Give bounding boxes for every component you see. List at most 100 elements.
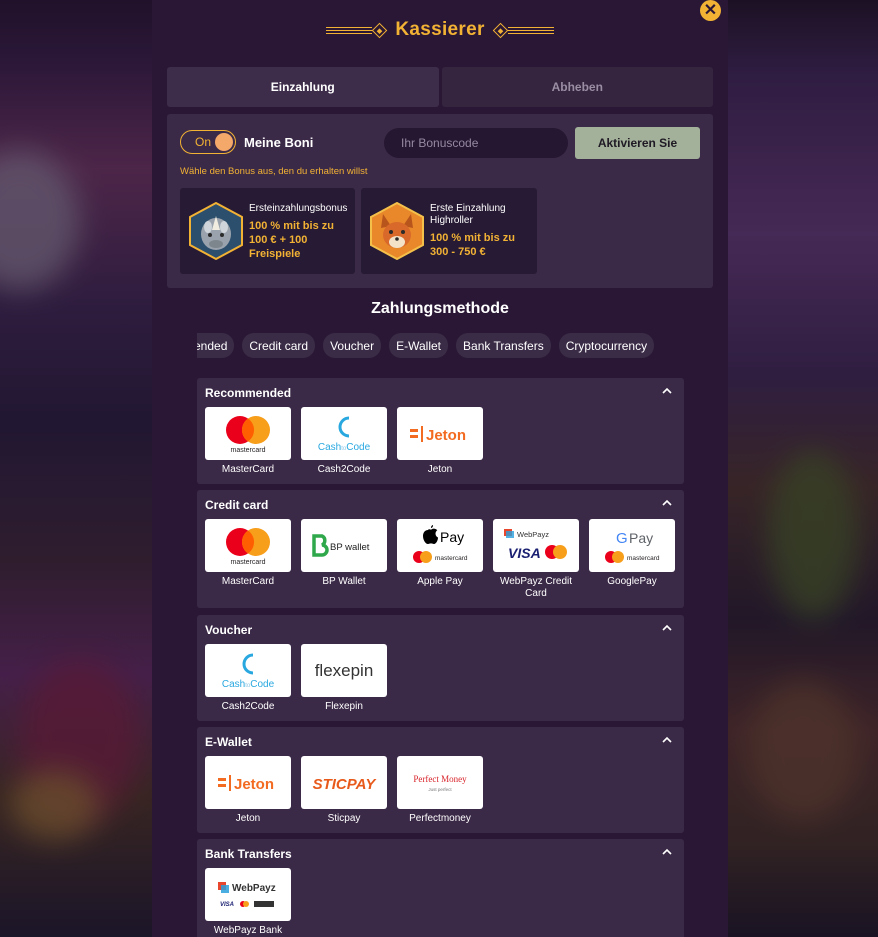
- method-apple-pay[interactable]: Pay mastercard Apple Pay: [397, 519, 483, 588]
- method-label: Perfectmoney: [409, 813, 471, 824]
- jeton-logo: Jeton: [205, 756, 291, 809]
- method-label: Cash2Code: [221, 701, 275, 712]
- jeton-wordmark: Jeton: [234, 776, 274, 793]
- chip-bank-transfers[interactable]: Bank Transfers: [456, 333, 551, 358]
- method-jeton[interactable]: Jeton Jeton: [205, 756, 291, 825]
- method-cash2code[interactable]: CashtoCode Cash2Code: [301, 407, 387, 476]
- method-webpayz-bank[interactable]: WebPayz VISA WebPayz Bank: [205, 868, 291, 937]
- bonus-offer-line: 100 % mit bis zu: [430, 232, 515, 244]
- bonus-offer-line: 100 € + 100: [249, 234, 308, 246]
- cashier-modal: Kassierer Einzahlung Abheben On Meine Bo…: [152, 0, 728, 937]
- sticpay-logo: STICPAY: [301, 756, 387, 809]
- chip-recommended[interactable]: mended: [197, 333, 235, 358]
- method-google-pay[interactable]: G Pay mastercard GooglePay: [589, 519, 675, 588]
- bonus-card-name: Ersteinzahlungsbonus: [249, 203, 348, 214]
- visa-wordmark: VISA: [508, 545, 541, 561]
- ornament-left-icon: [326, 22, 388, 38]
- tab-einzahlung[interactable]: Einzahlung: [167, 67, 439, 107]
- modal-title: Kassierer: [395, 19, 485, 40]
- chip-voucher[interactable]: Voucher: [323, 333, 382, 358]
- category-voucher: Voucher CashtoCode Cash2Code flexepin Fl…: [197, 615, 684, 721]
- chip-credit-card[interactable]: Credit card: [242, 333, 316, 358]
- method-bp-wallet[interactable]: BP wallet BP Wallet: [301, 519, 387, 588]
- category-bank-transfers: Bank Transfers WebPayz VISA WebPayz Bank: [197, 839, 684, 937]
- category-title: Credit card: [205, 498, 269, 512]
- jeton-wordmark: Jeton: [426, 427, 466, 444]
- cash2code-logo: CashtoCode: [205, 644, 291, 697]
- method-mastercard[interactable]: mastercard MasterCard: [205, 407, 291, 476]
- chip-cryptocurrency[interactable]: Cryptocurrency: [558, 333, 655, 358]
- method-label: MasterCard: [221, 576, 275, 587]
- jeton-logo: Jeton: [397, 407, 483, 460]
- bonus-card-name: Erste Einzahlung Highroller: [430, 203, 506, 227]
- bonus-card-highroller[interactable]: Erste Einzahlung Highroller 100 % mit bi…: [361, 188, 537, 274]
- bonus-card-offer: 100 % mit bis zu 300 - 750 €: [430, 231, 515, 259]
- method-label: Jeton: [235, 813, 261, 824]
- chevron-up-icon[interactable]: [662, 623, 672, 633]
- method-cash2code[interactable]: CashtoCode Cash2Code: [205, 644, 291, 713]
- perfect-money-logo: Perfect Money Just perfect: [397, 756, 483, 809]
- chevron-up-icon[interactable]: [662, 847, 672, 857]
- category-recommended: Recommended mastercard MasterCard Cashto…: [197, 378, 684, 484]
- bonus-offer-line: 300 - 750 €: [430, 246, 486, 258]
- cashier-tabs: Einzahlung Abheben: [167, 67, 713, 107]
- bp-wallet-wordmark: BP wallet: [330, 542, 370, 553]
- apple-pay-wordmark: Pay: [440, 529, 464, 545]
- mastercard-logo: mastercard: [205, 519, 291, 572]
- category-credit-card: Credit card mastercard MasterCard BP wal…: [197, 490, 684, 608]
- webpayz-bank-logo: WebPayz VISA: [205, 868, 291, 921]
- method-label: WebPayz Bank: [213, 925, 283, 936]
- bonus-offer-line: 100 % mit bis zu: [249, 220, 334, 232]
- toggle-knob-icon: [215, 133, 233, 151]
- method-label: Cash2Code: [317, 464, 371, 475]
- method-label: Jeton: [427, 464, 453, 475]
- chip-e-wallet[interactable]: E-Wallet: [389, 333, 449, 358]
- method-label: MasterCard: [221, 464, 275, 475]
- category-title: Voucher: [205, 623, 253, 637]
- close-icon[interactable]: ✕: [700, 0, 721, 21]
- method-jeton[interactable]: Jeton Jeton: [397, 407, 483, 476]
- payment-category-chips: mended Credit card Voucher E-Wallet Bank…: [197, 333, 697, 358]
- method-label: WebPayz Credit Card: [493, 576, 579, 600]
- bonus-offer-line: Freispiele: [249, 248, 301, 260]
- code-text: Code: [250, 679, 274, 690]
- category-title: Bank Transfers: [205, 847, 292, 861]
- category-title: E-Wallet: [205, 735, 252, 749]
- webpayz-wordmark: WebPayz: [517, 530, 549, 539]
- method-label-line: WebPayz Credit: [499, 576, 573, 587]
- method-mastercard[interactable]: mastercard MasterCard: [205, 519, 291, 588]
- svg-text:CashtoCode: CashtoCode: [222, 679, 275, 690]
- svg-text:CashtoCode: CashtoCode: [318, 442, 371, 453]
- my-bonuses-label: Meine Boni: [244, 135, 314, 150]
- bonus-name-line: Highroller: [430, 215, 473, 226]
- mastercard-wordmark: mastercard: [435, 555, 468, 562]
- chevron-up-icon[interactable]: [662, 735, 672, 745]
- svg-text:G: G: [616, 530, 628, 547]
- mastercard-wordmark: mastercard: [627, 555, 660, 562]
- webpayz-logo: WebPayz VISA: [493, 519, 579, 572]
- activate-button[interactable]: Aktivieren Sie: [575, 127, 700, 159]
- mastercard-wordmark: mastercard: [230, 559, 265, 566]
- webpayz-wordmark: WebPayz: [232, 883, 276, 894]
- method-label: BP Wallet: [322, 576, 366, 587]
- method-label-line: Card: [525, 588, 547, 599]
- method-label: Sticpay: [327, 813, 361, 824]
- chevron-up-icon[interactable]: [662, 386, 672, 396]
- tab-abheben[interactable]: Abheben: [441, 67, 713, 107]
- sticpay-wordmark: STICPAY: [313, 776, 378, 793]
- chevron-up-icon[interactable]: [662, 498, 672, 508]
- method-label: GooglePay: [607, 576, 657, 587]
- bonus-card-first-deposit[interactable]: Ersteinzahlungsbonus 100 % mit bis zu 10…: [180, 188, 355, 274]
- visa-wordmark: VISA: [220, 902, 234, 908]
- method-flexepin[interactable]: flexepin Flexepin: [301, 644, 387, 713]
- ornament-right-icon: [492, 22, 554, 38]
- cash-text: Cash: [222, 679, 245, 690]
- bonus-toggle[interactable]: On: [180, 130, 236, 154]
- method-webpayz-credit-card[interactable]: WebPayz VISA WebPayz Credit Card: [493, 519, 579, 600]
- bonus-code-input[interactable]: [384, 128, 568, 158]
- method-sticpay[interactable]: STICPAY Sticpay: [301, 756, 387, 825]
- rhino-avatar-icon: [189, 202, 243, 260]
- method-perfect-money[interactable]: Perfect Money Just perfect Perfectmoney: [397, 756, 483, 825]
- bonus-panel: On Meine Boni Aktivieren Sie Wähle den B…: [167, 114, 713, 288]
- bonus-name-line: Erste Einzahlung: [430, 203, 506, 214]
